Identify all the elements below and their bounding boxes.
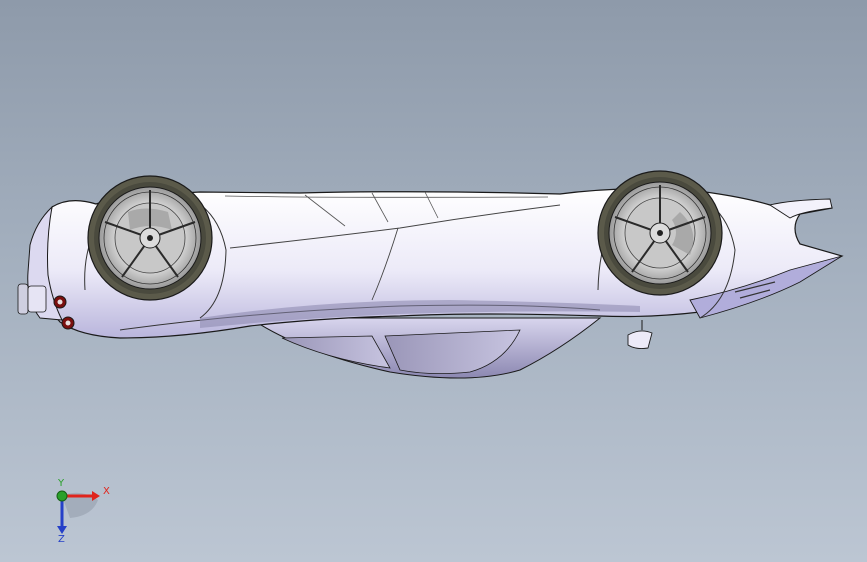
side-mirror <box>627 330 653 350</box>
car-window-left <box>281 335 391 369</box>
y-axis-arrow <box>56 490 68 502</box>
x-axis-label: X <box>103 486 110 497</box>
rear-wheel <box>597 170 723 296</box>
z-axis-label: Z <box>58 534 65 545</box>
orientation-triad: X Y Z <box>40 478 130 558</box>
front-vent-2 <box>27 285 47 313</box>
front-wheel <box>87 175 213 301</box>
car-model[interactable] <box>0 0 867 562</box>
front-vent-1 <box>17 283 29 315</box>
graphics-viewport[interactable]: X Y Z <box>0 0 867 562</box>
y-axis-label: Y <box>58 478 65 489</box>
